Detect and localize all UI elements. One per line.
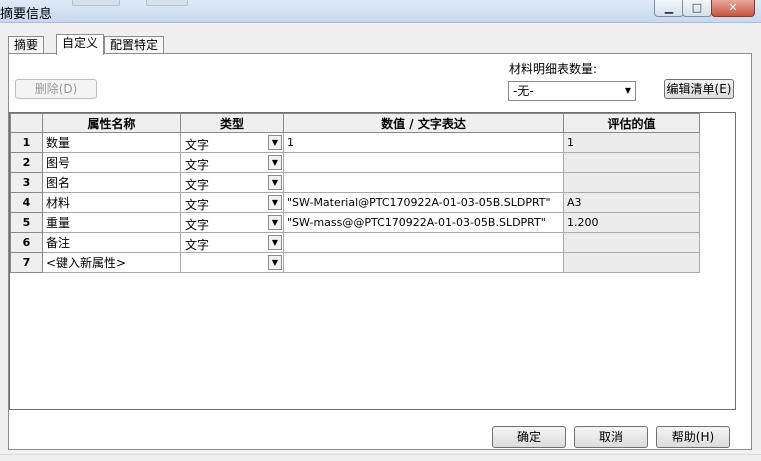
property-name-header[interactable]: 属性名称 — [42, 113, 181, 133]
bom-quantity-value: -无- — [513, 84, 534, 98]
type-value: 文字 — [185, 138, 210, 152]
property-table: 属性名称 类型 数值 / 文字表达 评估的值 1 数量 文字 ▼ 1 1 2 图号 文字 ▼ 3 图名… — [10, 113, 700, 273]
help-button[interactable]: 帮助(H) — [656, 426, 730, 448]
type-value: 文字 — [185, 238, 210, 252]
evaluated-value-cell — [563, 152, 700, 173]
evaluated-value-cell: 1 — [563, 132, 700, 153]
close-icon[interactable]: ✕ — [711, 0, 755, 17]
property-name-cell[interactable]: <键入新属性> — [42, 252, 181, 273]
background-window-fragment — [72, 0, 120, 6]
delete-button[interactable]: 删除(D) — [15, 79, 97, 99]
grid-header-row: 属性名称 类型 数值 / 文字表达 评估的值 — [10, 113, 700, 133]
type-cell[interactable]: 文字 ▼ — [180, 192, 284, 213]
chevron-down-icon[interactable]: ▼ — [268, 195, 282, 210]
table-row[interactable]: 6 备注 文字 ▼ — [10, 232, 700, 253]
row-number[interactable]: 4 — [10, 192, 43, 213]
table-row[interactable]: 5 重量 文字 ▼ "SW-mass@@PTC170922A-01-03-05B.SLD… — [10, 212, 700, 233]
type-cell[interactable]: 文字 ▼ — [180, 152, 284, 173]
value-expression-header[interactable]: 数值 / 文字表达 — [283, 113, 564, 133]
cancel-button[interactable]: 取消 — [574, 426, 648, 448]
bom-quantity-label: 材料明细表数量: — [509, 62, 598, 76]
table-row[interactable]: 1 数量 文字 ▼ 1 1 — [10, 132, 700, 153]
type-cell[interactable]: 文字 ▼ — [180, 212, 284, 233]
value-expression-cell[interactable] — [283, 172, 564, 193]
row-number[interactable]: 5 — [10, 212, 43, 233]
table-row[interactable]: 3 图名 文字 ▼ — [10, 172, 700, 193]
value-expression-cell[interactable]: 1 — [283, 132, 564, 153]
property-name-cell[interactable]: 重量 — [42, 212, 181, 233]
edit-list-button[interactable]: 编辑清单(E) — [664, 79, 734, 99]
tab-config-specific[interactable]: 配置特定 — [104, 36, 165, 54]
property-name-cell[interactable]: 材料 — [42, 192, 181, 213]
ok-button[interactable]: 确定 — [492, 426, 566, 448]
chevron-down-icon[interactable]: ▼ — [268, 135, 282, 150]
chevron-down-icon[interactable]: ▼ — [268, 155, 282, 170]
evaluated-value-cell: A3 — [563, 192, 700, 213]
bottom-divider — [0, 454, 761, 455]
row-number[interactable]: 7 — [10, 252, 43, 273]
table-row[interactable]: 4 材料 文字 ▼ "SW-Material@PTC170922A-01-03-05B.… — [10, 192, 700, 213]
type-cell[interactable]: ▼ — [180, 252, 284, 273]
row-number[interactable]: 6 — [10, 232, 43, 253]
chevron-down-icon[interactable]: ▼ — [268, 255, 282, 270]
evaluated-value-cell: 1.200 — [563, 212, 700, 233]
row-number-header — [10, 113, 43, 133]
row-number[interactable]: 2 — [10, 152, 43, 173]
value-expression-cell[interactable]: "SW-mass@@PTC170922A-01-03-05B.SLDPRT" — [283, 212, 564, 233]
evaluated-value-cell — [563, 172, 700, 193]
minimize-icon[interactable]: ▁ — [654, 0, 684, 17]
property-grid: 属性名称 类型 数值 / 文字表达 评估的值 1 数量 文字 ▼ 1 1 2 图号 文字 ▼ 3 图名… — [9, 112, 736, 410]
property-name-cell[interactable]: 数量 — [42, 132, 181, 153]
title-bar: 摘要信息 ▁ □ ✕ — [0, 0, 761, 23]
evaluated-value-cell — [563, 252, 700, 273]
value-expression-cell[interactable] — [283, 152, 564, 173]
type-value: 文字 — [185, 198, 210, 212]
type-value: 文字 — [185, 158, 210, 172]
bom-quantity-select[interactable]: -无- ▼ — [508, 81, 636, 101]
evaluated-value-cell — [563, 232, 700, 253]
background-window-fragment — [146, 0, 188, 6]
row-number[interactable]: 3 — [10, 172, 43, 193]
property-name-cell[interactable]: 图名 — [42, 172, 181, 193]
type-cell[interactable]: 文字 ▼ — [180, 132, 284, 153]
type-value: 文字 — [185, 218, 210, 232]
value-expression-cell[interactable]: "SW-Material@PTC170922A-01-03-05B.SLDPRT… — [283, 192, 564, 213]
chevron-down-icon[interactable]: ▼ — [268, 235, 282, 250]
type-cell[interactable]: 文字 ▼ — [180, 172, 284, 193]
window-title: 摘要信息 — [0, 7, 53, 22]
property-name-cell[interactable]: 备注 — [42, 232, 181, 253]
tab-summary[interactable]: 摘要 — [8, 36, 45, 54]
value-expression-cell[interactable] — [283, 232, 564, 253]
chevron-down-icon[interactable]: ▼ — [268, 175, 282, 190]
table-row[interactable]: 2 图号 文字 ▼ — [10, 152, 700, 173]
type-cell[interactable]: 文字 ▼ — [180, 232, 284, 253]
value-expression-cell[interactable] — [283, 252, 564, 273]
tab-custom[interactable]: 自定义 — [56, 34, 105, 55]
chevron-down-icon[interactable]: ▼ — [268, 215, 282, 230]
evaluated-value-header[interactable]: 评估的值 — [563, 113, 700, 133]
property-name-cell[interactable]: 图号 — [42, 152, 181, 173]
maximize-icon[interactable]: □ — [682, 0, 712, 17]
type-value: 文字 — [185, 178, 210, 192]
chevron-down-icon: ▼ — [624, 86, 631, 95]
row-number[interactable]: 1 — [10, 132, 43, 153]
table-row[interactable]: 7 <键入新属性> ▼ — [10, 252, 700, 273]
type-header[interactable]: 类型 — [180, 113, 284, 133]
